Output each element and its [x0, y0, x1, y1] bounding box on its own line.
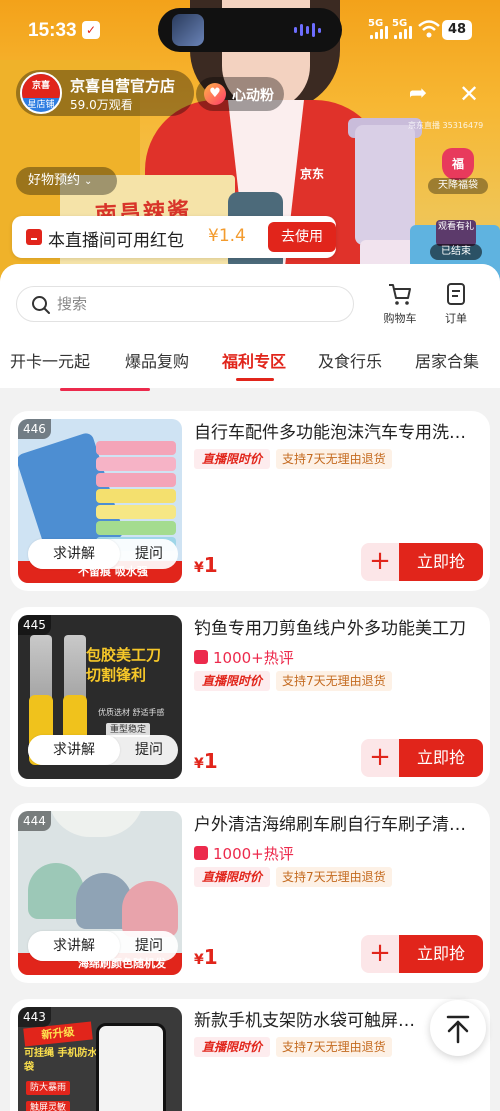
- product-title[interactable]: 自行车配件多功能泡沫汽车专用洗车刷: [194, 421, 470, 445]
- active-tab-indicator: [236, 378, 274, 381]
- product-title[interactable]: 新款手机支架防水袋可触屏外卖骑手: [194, 1009, 430, 1033]
- battery-indicator: 48: [442, 20, 472, 40]
- store-info[interactable]: 京喜 星店铺 京喜自营官方店 59.0万观看: [16, 70, 194, 116]
- redpack-amount: ¥1.4: [208, 226, 246, 246]
- chevron-down-icon: ⌄: [84, 176, 93, 187]
- return-policy-tag: 支持7天无理由退货: [276, 1037, 392, 1057]
- audio-wave-icon: [294, 23, 324, 37]
- previous-card-edge: [60, 388, 150, 391]
- store-name: 京喜自营官方店: [70, 77, 176, 95]
- view-count: 59.0万观看: [70, 98, 133, 112]
- heart-icon: ♥: [204, 83, 226, 105]
- lucky-bag-icon: 福: [442, 148, 474, 180]
- limited-price-tag: 直播限时价: [194, 867, 270, 887]
- rank-badge: 443: [18, 1007, 51, 1027]
- product-card[interactable]: 445 包胶美工刀 切割锋利 优质选材 舒适手感 重型稳定 求讲解 提问 钓鱼专…: [10, 607, 490, 787]
- vest-logo: 京东: [300, 167, 325, 181]
- add-to-cart-button[interactable]: +: [361, 935, 399, 973]
- rank-badge: 445: [18, 615, 51, 635]
- ask-pill: 求讲解 提问: [28, 931, 178, 961]
- redpack-icon: [26, 229, 42, 245]
- product-image[interactable]: 446 不留痕 吸水强 求讲解 提问: [18, 419, 182, 583]
- search-icon: [32, 296, 50, 314]
- product-title[interactable]: 户外清洁海绵刷车刷自行车刷子清洁刷: [194, 813, 470, 837]
- buy-now-button[interactable]: 立即抢: [399, 543, 483, 581]
- hot-review-count: 1000+热评: [194, 647, 294, 668]
- product-card[interactable]: 446 不留痕 吸水强 求讲解 提问 自行车配件多功能泡沫汽车专用洗车刷 直播限…: [10, 411, 490, 591]
- lucky-bag-button[interactable]: 福 天降福袋: [428, 148, 488, 198]
- store-avatar[interactable]: 京喜 星店铺: [20, 72, 62, 114]
- status-bar: 15:33 ✓ 5G 5G 48: [0, 0, 500, 62]
- add-to-cart-button[interactable]: +: [361, 543, 399, 581]
- limited-price-tag: 直播限时价: [194, 671, 270, 691]
- return-policy-tag: 支持7天无理由退货: [276, 867, 392, 887]
- tab-card-one-yuan[interactable]: 开卡一元起: [10, 346, 90, 378]
- ask-question-button[interactable]: 提问: [120, 931, 178, 961]
- buy-now-button[interactable]: 立即抢: [399, 739, 483, 777]
- product-art-headline: 包胶美工刀 切割锋利: [86, 646, 162, 684]
- product-card[interactable]: 444 海绵刷颜色随机发 求讲解 提问 户外清洁海绵刷车刷自行车刷子清洁刷 10…: [10, 803, 490, 983]
- orders-button[interactable]: 订单: [431, 282, 481, 330]
- limited-price-tag: 直播限时价: [194, 1037, 270, 1057]
- return-policy-tag: 支持7天无理由退货: [276, 671, 392, 691]
- tab-welfare[interactable]: 福利专区: [222, 346, 286, 378]
- close-icon[interactable]: ✕: [456, 81, 482, 107]
- price: ¥1: [194, 749, 218, 773]
- ask-question-button[interactable]: 提问: [120, 735, 178, 765]
- tumbler-prop: [355, 125, 415, 245]
- cart-icon: [389, 284, 411, 305]
- jd-notification-icon: ✓: [82, 21, 100, 39]
- signal-bars-icon: [370, 26, 388, 39]
- add-to-cart-button[interactable]: +: [361, 739, 399, 777]
- share-icon[interactable]: ➦: [405, 81, 431, 107]
- request-explain-button[interactable]: 求讲解: [28, 539, 120, 569]
- live-room-id: 京东直播 35316479: [408, 121, 484, 130]
- thumbs-up-icon: [194, 650, 208, 664]
- category-tabs: 开卡一元起 爆品复购 福利专区 及食行乐 居家合集: [0, 346, 500, 382]
- rank-badge: 444: [18, 811, 51, 831]
- rank-badge: 446: [18, 419, 51, 439]
- request-explain-button[interactable]: 求讲解: [28, 735, 120, 765]
- tab-hot-rebuy[interactable]: 爆品复购: [125, 346, 189, 378]
- product-image[interactable]: 443 新升级 可挂绳 手机防水袋 防大暴雨 触屏灵敏: [18, 1007, 182, 1111]
- product-image[interactable]: 444 海绵刷颜色随机发 求讲解 提问: [18, 811, 182, 975]
- dynamic-island[interactable]: [158, 8, 342, 52]
- search-box[interactable]: [16, 286, 354, 322]
- redpack-bar: 本直播间可用红包 ¥1.4 去使用: [12, 216, 336, 258]
- product-card[interactable]: 443 新升级 可挂绳 手机防水袋 防大暴雨 触屏灵敏 新款手机支架防水袋可触屏…: [10, 999, 490, 1111]
- wifi-icon: [418, 20, 440, 38]
- product-image[interactable]: 445 包胶美工刀 切割锋利 优质选材 舒适手感 重型稳定 求讲解 提问: [18, 615, 182, 779]
- scroll-to-top-button[interactable]: [430, 1000, 486, 1056]
- request-explain-button[interactable]: 求讲解: [28, 931, 120, 961]
- tab-food-fun[interactable]: 及食行乐: [318, 346, 382, 378]
- fan-follow-button[interactable]: ♥ 心动粉: [196, 77, 284, 111]
- panel-header: 购物车 订单 开卡一元起 爆品复购 福利专区 及食行乐 居家合集: [0, 264, 500, 388]
- product-title[interactable]: 钓鱼专用刀剪鱼线户外多功能美工刀: [194, 617, 470, 641]
- price: ¥1: [194, 945, 218, 969]
- cart-button[interactable]: 购物车: [375, 282, 425, 330]
- arrow-up-icon: [446, 1015, 470, 1044]
- phone-art: [96, 1023, 166, 1111]
- buy-now-button[interactable]: 立即抢: [399, 935, 483, 973]
- goods-preview-button[interactable]: 好物预约 ⌄: [16, 167, 117, 195]
- search-input[interactable]: [57, 287, 337, 321]
- return-policy-tag: 支持7天无理由退货: [276, 449, 392, 469]
- use-redpack-button[interactable]: 去使用: [268, 222, 336, 252]
- status-time: 15:33: [28, 20, 77, 41]
- thumbs-up-icon: [194, 846, 208, 860]
- replay-reward-widget[interactable]: 观看有礼 已结束: [430, 220, 482, 260]
- tab-home-collection[interactable]: 居家合集: [415, 346, 479, 378]
- limited-price-tag: 直播限时价: [194, 449, 270, 469]
- hot-review-count: 1000+热评: [194, 843, 294, 864]
- ask-question-button[interactable]: 提问: [120, 539, 178, 569]
- now-playing-art: [172, 14, 204, 46]
- signal-bars-icon-2: [394, 26, 412, 39]
- ask-pill: 求讲解 提问: [28, 735, 178, 765]
- order-list-icon: [447, 283, 465, 305]
- price: ¥1: [194, 553, 218, 577]
- ask-pill: 求讲解 提问: [28, 539, 178, 569]
